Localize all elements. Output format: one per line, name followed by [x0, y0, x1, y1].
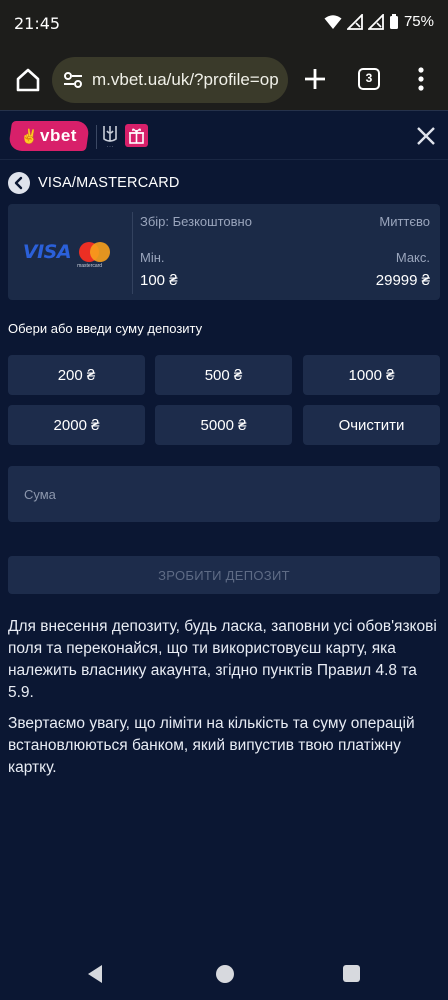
- status-icons: 75%: [324, 13, 434, 30]
- max-label: Макс.: [395, 250, 430, 265]
- nav-recents-icon[interactable]: [343, 965, 360, 982]
- mastercard-logo: mastercard: [77, 242, 111, 269]
- amount-button-5000[interactable]: 5000 ₴: [155, 405, 292, 445]
- status-time: 21:45: [14, 14, 61, 33]
- battery-percent: 75%: [403, 13, 434, 30]
- site-header: ✌ vbet · · ·: [0, 110, 448, 160]
- browser-toolbar: m.vbet.ua/uk/?profile=op 3: [0, 50, 448, 110]
- max-amount: 29999 ₴: [375, 272, 430, 289]
- visa-logo-text: VISA: [22, 241, 72, 263]
- clear-button[interactable]: Очистити: [303, 405, 440, 445]
- info-paragraph-rules: Для внесення депозиту, будь ласка, запов…: [8, 618, 437, 701]
- card-divider: [132, 212, 133, 294]
- wifi-icon: [324, 14, 342, 29]
- mastercard-caption: mastercard: [77, 263, 103, 269]
- address-bar[interactable]: m.vbet.ua/uk/?profile=op: [52, 57, 288, 103]
- url-text: m.vbet.ua/uk/?profile=op: [92, 70, 279, 89]
- amount-button-500[interactable]: 500 ₴: [155, 355, 292, 395]
- svg-text:· · ·: · · ·: [107, 144, 113, 149]
- min-amount: 100 ₴: [140, 272, 178, 289]
- signal-icon: [346, 13, 363, 30]
- fee-text: Збір: Безкоштовно: [140, 214, 252, 229]
- new-tab-icon[interactable]: [302, 66, 328, 92]
- header-divider: [96, 125, 97, 149]
- nav-home-icon[interactable]: [216, 965, 234, 983]
- site-settings-icon[interactable]: [62, 69, 84, 91]
- processing-time: Миттєво: [379, 214, 430, 229]
- trident-emblem-icon: · · ·: [103, 126, 117, 149]
- logo-text: vbet: [40, 126, 78, 145]
- tab-switcher-button[interactable]: 3: [358, 68, 380, 90]
- amount-prompt: Обери або введи суму депозиту: [8, 321, 203, 336]
- make-deposit-button[interactable]: ЗРОБИТИ ДЕПОЗИТ: [8, 556, 440, 594]
- gift-icon[interactable]: [125, 124, 148, 147]
- vbet-logo[interactable]: ✌ vbet: [7, 121, 91, 151]
- payment-method-card: VISA mastercard Збір: Безкоштовно Миттєв…: [8, 204, 440, 300]
- status-bar: 21:45 75%: [0, 0, 448, 50]
- battery-icon: [389, 13, 398, 29]
- chevron-left-icon: [14, 176, 23, 190]
- amount-button-1000[interactable]: 1000 ₴: [303, 355, 440, 395]
- more-menu-icon[interactable]: [414, 66, 428, 92]
- sum-input[interactable]: [8, 466, 440, 522]
- amount-button-200[interactable]: 200 ₴: [8, 355, 145, 395]
- amount-button-2000[interactable]: 2000 ₴: [8, 405, 145, 445]
- visa-logo: VISA: [22, 241, 72, 263]
- payment-method-title: VISA/MASTERCARD: [38, 175, 180, 191]
- info-paragraph-limits: Звертаємо увагу, що ліміти на кількість …: [8, 715, 415, 776]
- card-logos: VISA mastercard: [8, 204, 124, 300]
- signal-icon-2: [367, 13, 384, 30]
- back-button[interactable]: [8, 172, 30, 194]
- bunny-ears-icon: ✌: [20, 127, 39, 144]
- nav-back-icon[interactable]: [86, 964, 104, 984]
- min-label: Мін.: [140, 250, 165, 265]
- home-icon[interactable]: [14, 66, 42, 94]
- close-icon[interactable]: [414, 124, 438, 148]
